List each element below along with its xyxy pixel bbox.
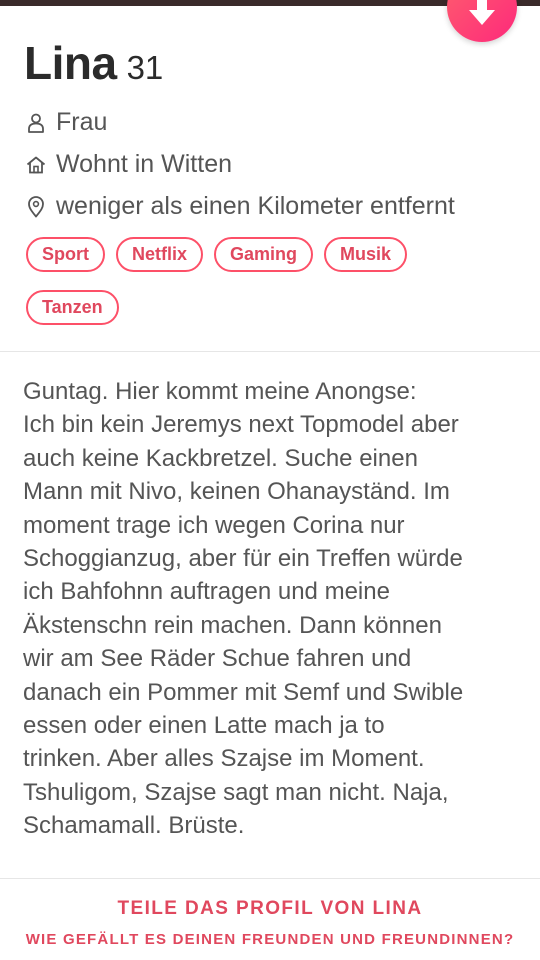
interest-chip: Musik	[324, 237, 408, 272]
house-icon	[26, 154, 46, 176]
share-profile-subtitle: WIE GEFÄLLT ES DEINEN FREUNDEN UND FREUN…	[25, 931, 515, 948]
profile-header: Lina 31	[24, 36, 163, 90]
section-divider	[0, 351, 540, 352]
gender-row: Frau	[26, 108, 107, 137]
arrow-down-icon	[469, 0, 495, 25]
collapse-profile-button[interactable]	[447, 0, 517, 42]
interest-chip: Tanzen	[26, 290, 119, 325]
interest-chip: Sport	[26, 237, 105, 272]
location-pin-icon	[26, 195, 46, 218]
profile-bio: Guntag. Hier kommt meine Anongse: Ich bi…	[23, 378, 464, 840]
distance-row: weniger als einen Kilometer entfernt	[26, 192, 455, 221]
interest-chip: Netflix	[116, 237, 204, 272]
distance-text: weniger als einen Kilometer entfernt	[56, 192, 455, 220]
profile-name: Lina	[24, 37, 117, 89]
gender-text: Frau	[56, 108, 108, 136]
location-row: Wohnt in Witten	[26, 150, 232, 179]
share-profile-button[interactable]: TEILE DAS PROFIL VON LINA	[0, 898, 540, 920]
interest-list: Sport Netflix Gaming Musik Tanzen	[26, 237, 516, 343]
location-text: Wohnt in Witten	[56, 150, 233, 178]
section-divider	[0, 878, 540, 879]
interest-chip: Gaming	[214, 237, 314, 272]
profile-age: 31	[126, 49, 164, 86]
person-icon	[26, 112, 46, 134]
